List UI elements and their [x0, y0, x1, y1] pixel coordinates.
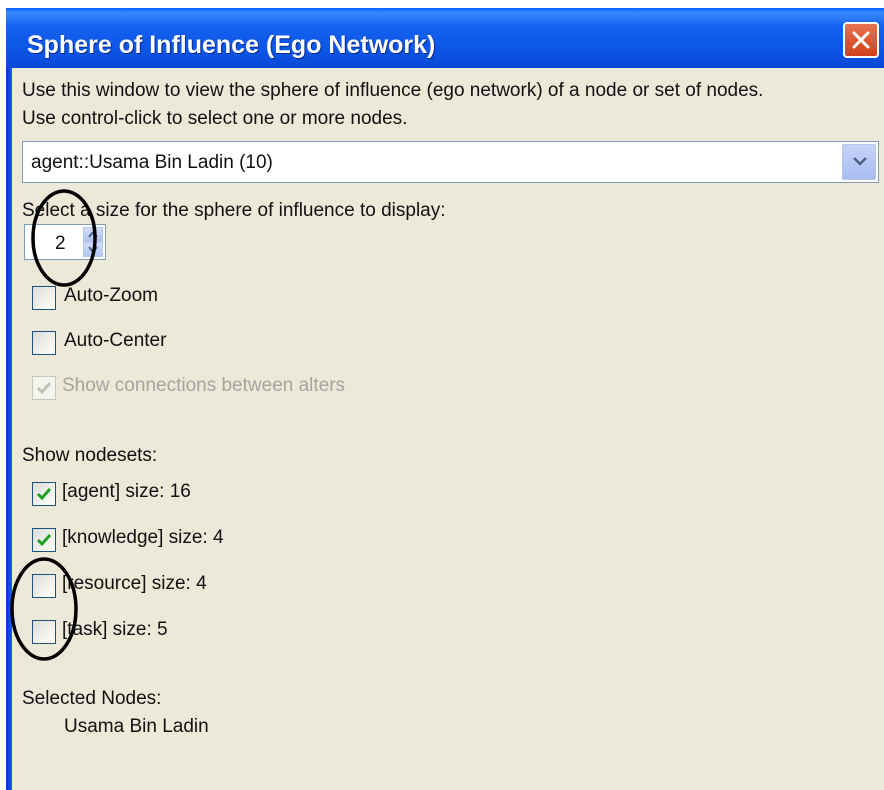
spin-up-icon — [88, 231, 98, 238]
intro-line-1: Use this window to view the sphere of in… — [22, 80, 764, 101]
spin-down-icon — [88, 246, 98, 253]
spinner-buttons — [83, 227, 103, 257]
checkmark-icon — [36, 382, 52, 395]
node-select-value: agent::Usama Bin Ladin (10) — [31, 152, 273, 173]
title-bar[interactable]: Sphere of Influence (Ego Network) — [6, 8, 884, 68]
checkmark-icon — [36, 534, 52, 547]
auto-zoom-label: Auto-Zoom — [64, 285, 158, 306]
nodeset-task-checkbox[interactable] — [32, 620, 56, 644]
nodeset-agent-label: [agent] size: 16 — [62, 481, 191, 502]
checkmark-icon — [36, 488, 52, 501]
selected-nodes-value: Usama Bin Ladin — [64, 716, 209, 737]
spin-up-button[interactable] — [83, 227, 103, 242]
window-title: Sphere of Influence (Ego Network) — [27, 31, 436, 59]
show-connections-label: Show connections between alters — [62, 375, 346, 396]
close-button[interactable] — [843, 22, 879, 58]
spin-down-button[interactable] — [83, 242, 103, 257]
dropdown-button[interactable] — [842, 144, 876, 180]
show-connections-checkbox[interactable] — [32, 376, 56, 400]
chevron-down-icon — [853, 157, 867, 166]
nodeset-agent-checkbox[interactable] — [32, 482, 56, 506]
nodesets-heading: Show nodesets: — [22, 445, 158, 466]
window-border — [6, 8, 12, 790]
size-spinner[interactable]: 2 — [24, 224, 106, 260]
size-spinner-value: 2 — [55, 233, 66, 254]
nodeset-resource-label: [resource] size: 4 — [62, 573, 207, 594]
nodeset-task-label: [task] size: 5 — [62, 619, 168, 640]
selected-nodes-heading: Selected Nodes: — [22, 688, 162, 709]
auto-center-checkbox[interactable] — [32, 331, 56, 355]
auto-center-label: Auto-Center — [64, 330, 167, 351]
auto-zoom-checkbox[interactable] — [32, 286, 56, 310]
nodeset-knowledge-label: [knowledge] size: 4 — [62, 527, 224, 548]
nodeset-resource-checkbox[interactable] — [32, 574, 56, 598]
node-select-dropdown[interactable]: agent::Usama Bin Ladin (10) — [22, 141, 879, 183]
size-label: Select a size for the sphere of influenc… — [22, 200, 446, 221]
intro-line-2: Use control-click to select one or more … — [22, 108, 408, 129]
close-icon — [852, 31, 870, 49]
nodeset-knowledge-checkbox[interactable] — [32, 528, 56, 552]
